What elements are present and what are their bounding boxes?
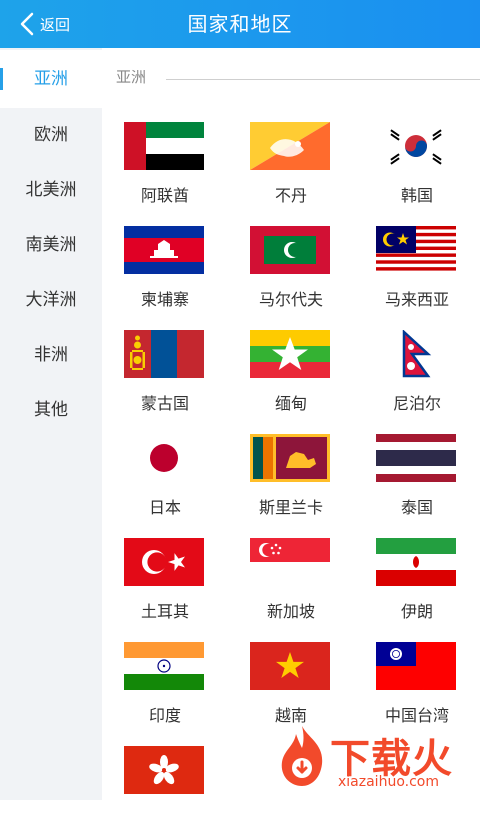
sidebar-item-europe[interactable]: 欧洲 <box>0 120 102 145</box>
top-bar: 返回 国家和地区 <box>0 0 480 48</box>
country-name: 不丹 <box>274 186 307 205</box>
country-panel: 亚洲 阿联酋 不丹 韩国 柬埔寨 马尔代夫 马来西亚 蒙古国 缅甸 尼泊尔 日本… <box>102 48 480 800</box>
country-name: 尼泊尔 <box>392 394 441 413</box>
turkey-flag <box>124 538 204 586</box>
country-item[interactable]: 韩国 <box>354 108 480 212</box>
continent-sidebar: 亚洲 欧洲 北美洲 南美洲 大洋洲 非洲 其他 <box>0 48 102 800</box>
sidebar-item-label: 亚洲 <box>34 69 68 89</box>
bhutan-flag <box>250 122 330 170</box>
thailand-flag <box>376 434 456 482</box>
south-korea-flag <box>376 122 456 170</box>
country-item[interactable]: 土耳其 <box>102 524 228 628</box>
sidebar-item-label: 南美洲 <box>25 235 77 255</box>
country-name: 韩国 <box>400 186 433 205</box>
sidebar-item-label: 北美洲 <box>25 180 77 200</box>
country-item[interactable]: 蒙古国 <box>102 316 228 420</box>
sidebar-item-south-america[interactable]: 南美洲 <box>0 230 102 255</box>
country-name: 柬埔寨 <box>140 290 189 309</box>
country-name: 土耳其 <box>140 602 189 621</box>
vietnam-flag <box>250 642 330 690</box>
sidebar-item-oceania[interactable]: 大洋洲 <box>0 285 102 310</box>
country-item[interactable]: 斯里兰卡 <box>228 420 354 524</box>
mongolia-flag <box>124 330 204 378</box>
watermark-domain: xiazaihuo.com <box>338 774 439 790</box>
country-grid: 阿联酋 不丹 韩国 柬埔寨 马尔代夫 马来西亚 蒙古国 缅甸 尼泊尔 日本 斯里… <box>102 48 480 800</box>
sidebar-item-other[interactable]: 其他 <box>0 395 102 420</box>
hong-kong-flag <box>124 746 204 794</box>
country-item[interactable]: 马来西亚 <box>354 212 480 316</box>
country-name: 泰国 <box>400 498 433 517</box>
country-item[interactable]: 不丹 <box>228 108 354 212</box>
country-item[interactable]: 泰国 <box>354 420 480 524</box>
country-item[interactable]: 阿联酋 <box>102 108 228 212</box>
country-name: 伊朗 <box>400 602 433 621</box>
country-name: 马尔代夫 <box>258 290 323 309</box>
japan-flag <box>124 434 204 482</box>
country-item[interactable]: 日本 <box>102 420 228 524</box>
country-item[interactable]: 中国台湾 <box>354 628 480 732</box>
country-name: 缅甸 <box>274 394 307 413</box>
uae-flag <box>124 122 204 170</box>
watermark-logo: 下载火 xiazaihuo.com <box>274 718 474 794</box>
taiwan-flag <box>376 642 456 690</box>
country-name: 斯里兰卡 <box>258 498 323 517</box>
country-item[interactable]: 伊朗 <box>354 524 480 628</box>
country-name: 新加坡 <box>266 602 315 621</box>
country-name: 蒙古国 <box>140 394 189 413</box>
country-item[interactable]: 马尔代夫 <box>228 212 354 316</box>
sidebar-item-label: 非洲 <box>34 345 68 365</box>
country-name: 马来西亚 <box>384 290 449 309</box>
page-title: 国家和地区 <box>187 12 293 36</box>
sri-lanka-flag <box>250 434 330 482</box>
country-item[interactable]: 柬埔寨 <box>102 212 228 316</box>
singapore-flag <box>250 538 330 586</box>
cambodia-flag <box>124 226 204 274</box>
sidebar-item-africa[interactable]: 非洲 <box>0 340 102 365</box>
myanmar-flag <box>250 330 330 378</box>
sidebar-item-north-america[interactable]: 北美洲 <box>0 175 102 200</box>
country-name: 日本 <box>148 498 181 517</box>
sidebar-item-label: 大洋洲 <box>25 290 77 310</box>
sidebar-item-asia[interactable]: 亚洲 <box>0 50 102 108</box>
flame-icon <box>281 726 323 786</box>
country-item[interactable]: 缅甸 <box>228 316 354 420</box>
iran-flag <box>376 538 456 586</box>
malaysia-flag <box>376 226 456 274</box>
sidebar-item-label: 其他 <box>34 400 68 420</box>
country-name: 阿联酋 <box>140 186 189 205</box>
country-item[interactable]: 尼泊尔 <box>354 316 480 420</box>
country-item[interactable] <box>102 732 228 836</box>
country-name: 印度 <box>148 706 181 725</box>
country-item[interactable]: 越南 <box>228 628 354 732</box>
nepal-flag <box>402 330 432 378</box>
sidebar-item-label: 欧洲 <box>34 125 68 145</box>
country-item[interactable]: 印度 <box>102 628 228 732</box>
maldives-flag <box>250 226 330 274</box>
india-flag <box>124 642 204 690</box>
country-item[interactable]: 新加坡 <box>228 524 354 628</box>
